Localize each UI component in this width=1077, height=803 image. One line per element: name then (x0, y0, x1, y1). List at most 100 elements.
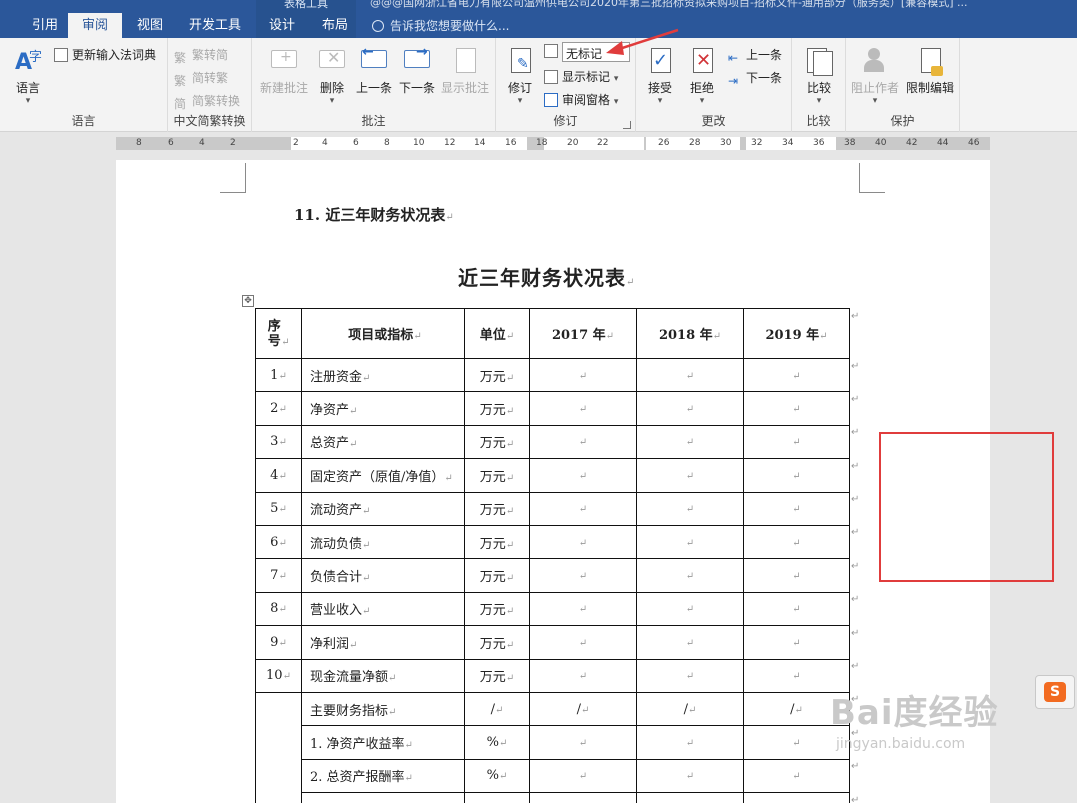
table-cell[interactable]: 主要财务指标↵ (301, 691, 465, 727)
table-cell[interactable]: 10↵ (255, 658, 302, 693)
prev-change-button[interactable]: ⇤ 上一条 (728, 46, 782, 65)
table-cell[interactable]: %↵ (464, 725, 530, 760)
prev-comment-button[interactable]: ← 上一条 (353, 42, 395, 96)
table-cell[interactable]: 4↵ (255, 458, 302, 493)
table-cell[interactable]: ↵ (636, 725, 744, 760)
table-cell[interactable]: 万元↵ (464, 458, 530, 493)
table-cell[interactable]: ↵ (743, 625, 850, 660)
table-cell[interactable]: 万元↵ (464, 591, 530, 627)
table-cell[interactable]: 3↵ (255, 424, 302, 460)
table-cell[interactable]: ↵ (636, 558, 744, 593)
header-cell[interactable]: 单位↵ (464, 308, 530, 359)
table-cell[interactable]: ↵ (529, 458, 637, 493)
table-cell[interactable]: ↵ (743, 357, 850, 393)
next-comment-button[interactable]: → 下一条 (396, 42, 438, 96)
table-cell[interactable]: 万元↵ (464, 424, 530, 460)
table-title[interactable]: 近三年财务状况表↵ (458, 262, 635, 291)
table-cell[interactable]: /↵ (529, 691, 637, 727)
s2t-button[interactable]: 繁简转繁 (174, 69, 228, 88)
table-cell[interactable]: 2↵ (255, 391, 302, 426)
table-cell[interactable]: ↵ (529, 391, 637, 426)
table-cell[interactable]: ↵ (743, 491, 850, 526)
table-cell[interactable]: /↵ (464, 691, 530, 727)
table-cell[interactable]: ↵ (743, 792, 850, 803)
update-ime-dict-button[interactable]: 更新输入法词典 (54, 46, 156, 63)
table-cell[interactable]: ↵ (636, 792, 744, 803)
show-comments-button[interactable]: 显示批注 (438, 42, 492, 96)
financial-table[interactable]: 序号↵ 项目或指标↵ 单位↵ 2017 年↵ 2018 年↵ 2019 年↵ 1… (255, 308, 850, 803)
show-markup-button[interactable]: 显示标记 ▾ (544, 68, 618, 85)
header-cell[interactable]: 2019 年↵ (743, 308, 850, 359)
table-move-handle-icon[interactable]: ✥ (242, 295, 254, 307)
table-cell[interactable]: 6↵ (255, 524, 302, 560)
table-cell[interactable]: ↵ (636, 625, 744, 660)
block-authors-button[interactable]: 阻止作者 ▾ (848, 42, 902, 106)
ime-toolbar[interactable]: S (1035, 675, 1075, 709)
header-cell[interactable]: 2018 年↵ (636, 308, 744, 359)
table-cell[interactable]: ↵ (529, 357, 637, 393)
table-cell[interactable]: 流动资产↵ (301, 491, 465, 526)
table-cell[interactable]: 万元↵ (464, 524, 530, 560)
table-cell[interactable]: 万元↵ (464, 391, 530, 426)
tab-view[interactable]: 视图 (135, 13, 165, 38)
table-cell[interactable]: ↵ (636, 591, 744, 627)
table-cell[interactable]: ↵ (529, 524, 637, 560)
table-cell[interactable]: ↵ (529, 725, 637, 760)
header-cell[interactable]: 序号↵ (255, 308, 302, 359)
table-cell[interactable]: ↵ (529, 792, 637, 803)
table-cell[interactable]: ↵ (636, 758, 744, 794)
delete-comment-button[interactable]: ✕ 删除 ▾ (314, 42, 350, 106)
table-cell[interactable]: 2. 总资产报酬率↵ (301, 758, 465, 794)
table-cell[interactable]: ↵ (636, 357, 744, 393)
table-cell[interactable]: ↵ (464, 792, 530, 803)
table-cell[interactable]: 万元↵ (464, 625, 530, 660)
tab-design[interactable]: 设计 (267, 13, 297, 38)
table-cell[interactable]: ↵ (529, 758, 637, 794)
table-cell[interactable]: ↵ (743, 758, 850, 794)
table-cell[interactable]: ↵ (636, 524, 744, 560)
table-cell[interactable]: ↵ (529, 591, 637, 627)
table-cell[interactable]: 5↵ (255, 491, 302, 526)
table-cell[interactable]: ↵ (636, 491, 744, 526)
table-cell[interactable]: ↵ (529, 424, 637, 460)
track-changes-button[interactable]: ✎ 修订 ▾ (504, 42, 536, 106)
tab-references[interactable]: 引用 (30, 13, 60, 38)
table-cell[interactable]: /↵ (636, 691, 744, 727)
table-cell[interactable]: 净资产↵ (301, 391, 465, 426)
table-cell[interactable]: 流动负债↵ (301, 524, 465, 560)
t2s-button[interactable]: 繁繁转简 (174, 46, 228, 65)
next-change-button[interactable]: ⇥ 下一条 (728, 69, 782, 88)
table-cell[interactable]: ↵ (529, 658, 637, 693)
review-pane-button[interactable]: 审阅窗格 ▾ (544, 91, 618, 108)
table-cell[interactable]: ↵ (529, 558, 637, 593)
new-comment-button[interactable]: + 新建批注 (257, 42, 311, 96)
table-cell[interactable]: ↵ (743, 424, 850, 460)
table-cell[interactable]: ↵ (529, 491, 637, 526)
table-cell[interactable]: ↵ (636, 458, 744, 493)
table-cell[interactable]: 7↵ (255, 558, 302, 593)
table-cell[interactable]: ↵ (743, 591, 850, 627)
table-cell[interactable]: 总资产↵ (301, 424, 465, 460)
table-cell[interactable]: 负债合计↵ (301, 558, 465, 593)
horizontal-ruler[interactable]: 8 6 4 2 2 4 6 8 10 12 14 16 18 20 22 26 … (0, 133, 1077, 153)
table-cell[interactable]: %↵ (464, 758, 530, 794)
table-cell[interactable]: 现金流量净额↵ (301, 658, 465, 693)
table-cell[interactable]: ↵ (743, 558, 850, 593)
table-cell[interactable]: ↵ (529, 625, 637, 660)
table-cell[interactable]: 万元↵ (464, 658, 530, 693)
table-cell[interactable]: 净利润↵ (301, 625, 465, 660)
table-cell[interactable]: ↵ (743, 458, 850, 493)
table-cell[interactable]: 1↵ (255, 357, 302, 393)
table-cell[interactable]: ↵ (636, 391, 744, 426)
tell-me-box[interactable]: 告诉我您想要做什么... (372, 17, 509, 34)
table-cell[interactable]: 注册资金↵ (301, 357, 465, 393)
table-cell[interactable]: ↵ (301, 792, 465, 803)
table-cell[interactable]: ↵ (636, 658, 744, 693)
language-button[interactable]: A字 语言 ▾ (8, 42, 48, 106)
table-cell[interactable]: ↵ (743, 524, 850, 560)
table-cell[interactable]: 1. 净资产收益率↵ (301, 725, 465, 760)
table-cell[interactable]: 8↵ (255, 591, 302, 627)
header-cell[interactable]: 2017 年↵ (529, 308, 637, 359)
header-cell[interactable]: 项目或指标↵ (301, 308, 465, 359)
tab-developer[interactable]: 开发工具 (187, 13, 243, 38)
